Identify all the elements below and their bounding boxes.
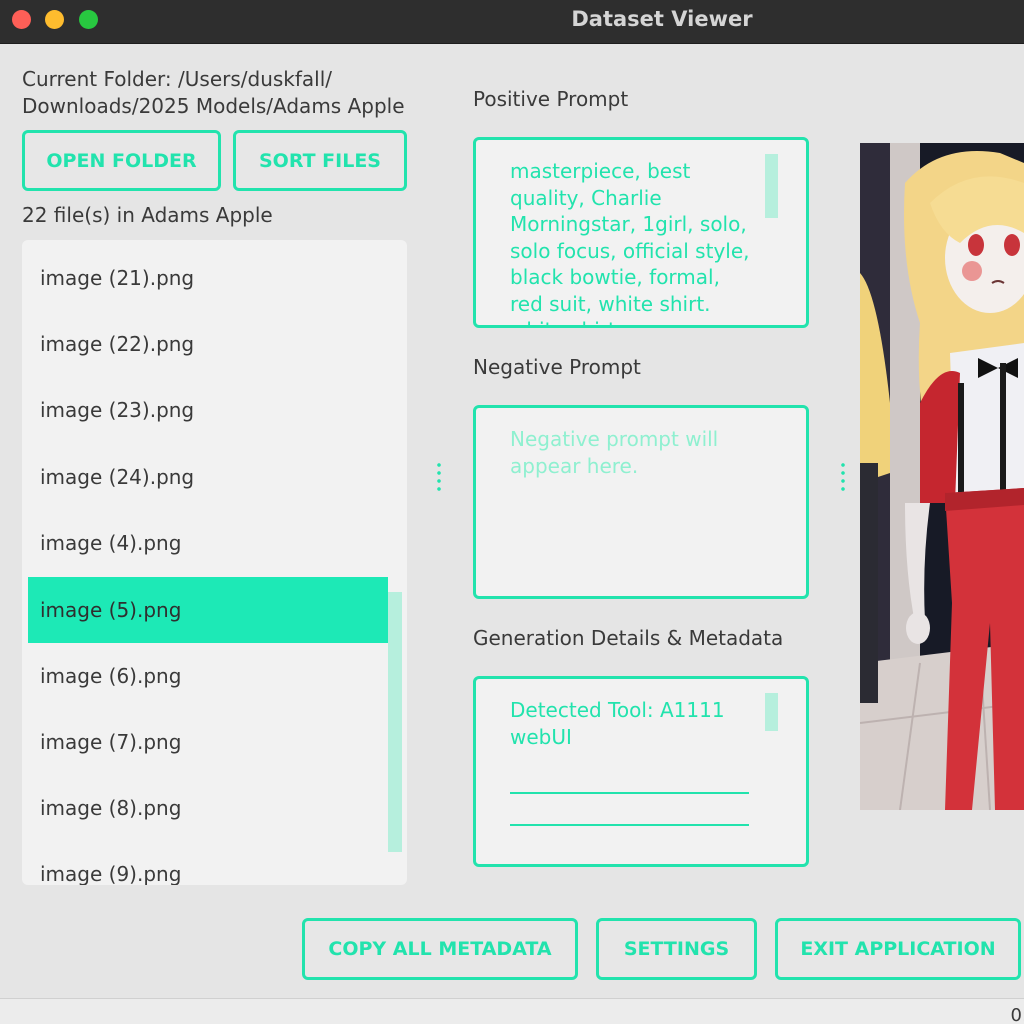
file-list-item[interactable]: image (22).png: [28, 311, 388, 377]
metadata-box[interactable]: Detected Tool: A1111 webUI: [473, 676, 809, 867]
positive-prompt-text: masterpiece, best quality, Charlie Morni…: [510, 159, 750, 325]
copy-all-metadata-button[interactable]: COPY ALL METADATA: [302, 918, 578, 980]
left-splitter-grip-icon[interactable]: [437, 461, 441, 493]
file-list-item-selected[interactable]: image (5).png: [28, 577, 388, 643]
right-splitter-grip-icon[interactable]: [841, 461, 845, 493]
image-preview: [860, 143, 1024, 810]
file-count-label: 22 file(s) in Adams Apple: [22, 203, 273, 227]
file-list-item[interactable]: image (7).png: [28, 709, 388, 775]
negative-prompt-label: Negative Prompt: [473, 355, 641, 379]
file-list[interactable]: image (21).png image (22).png image (23)…: [22, 240, 407, 885]
file-list-item[interactable]: image (8).png: [28, 775, 388, 841]
window-title: Dataset Viewer: [571, 7, 753, 31]
status-text: 0:: [1010, 1005, 1024, 1024]
exit-application-button[interactable]: EXIT APPLICATION: [775, 918, 1021, 980]
positive-prompt-label: Positive Prompt: [473, 87, 629, 111]
file-list-item[interactable]: image (4).png: [28, 510, 388, 576]
settings-button[interactable]: SETTINGS: [596, 918, 757, 980]
negative-prompt-placeholder: Negative prompt will appear here.: [510, 427, 719, 478]
metadata-scrollbar[interactable]: [765, 693, 778, 731]
file-list-item[interactable]: image (9).png: [28, 841, 388, 885]
title-bar: Dataset Viewer: [0, 0, 1024, 44]
negative-prompt-box[interactable]: Negative prompt will appear here.: [473, 405, 809, 599]
positive-prompt-box[interactable]: masterpiece, best quality, Charlie Morni…: [473, 137, 809, 328]
metadata-divider: [510, 824, 749, 826]
metadata-label: Generation Details & Metadata: [473, 626, 784, 650]
file-list-item[interactable]: image (6).png: [28, 643, 388, 709]
character-illustration: [860, 143, 1024, 810]
file-list-item[interactable]: image (23).png: [28, 377, 388, 443]
positive-prompt-scrollbar[interactable]: [765, 154, 778, 218]
status-bar: 0:: [0, 998, 1024, 1024]
open-folder-button[interactable]: OPEN FOLDER: [22, 130, 221, 191]
file-list-item[interactable]: image (21).png: [28, 245, 388, 311]
file-list-item[interactable]: image (24).png: [28, 444, 388, 510]
metadata-divider: [510, 792, 749, 794]
current-folder-label: Current Folder: /Users/duskfall/ Downloa…: [22, 67, 405, 118]
detected-tool-text: Detected Tool: A1111 webUI: [510, 698, 725, 749]
sort-files-button[interactable]: SORT FILES: [233, 130, 407, 191]
file-list-scrollbar[interactable]: [388, 592, 402, 852]
